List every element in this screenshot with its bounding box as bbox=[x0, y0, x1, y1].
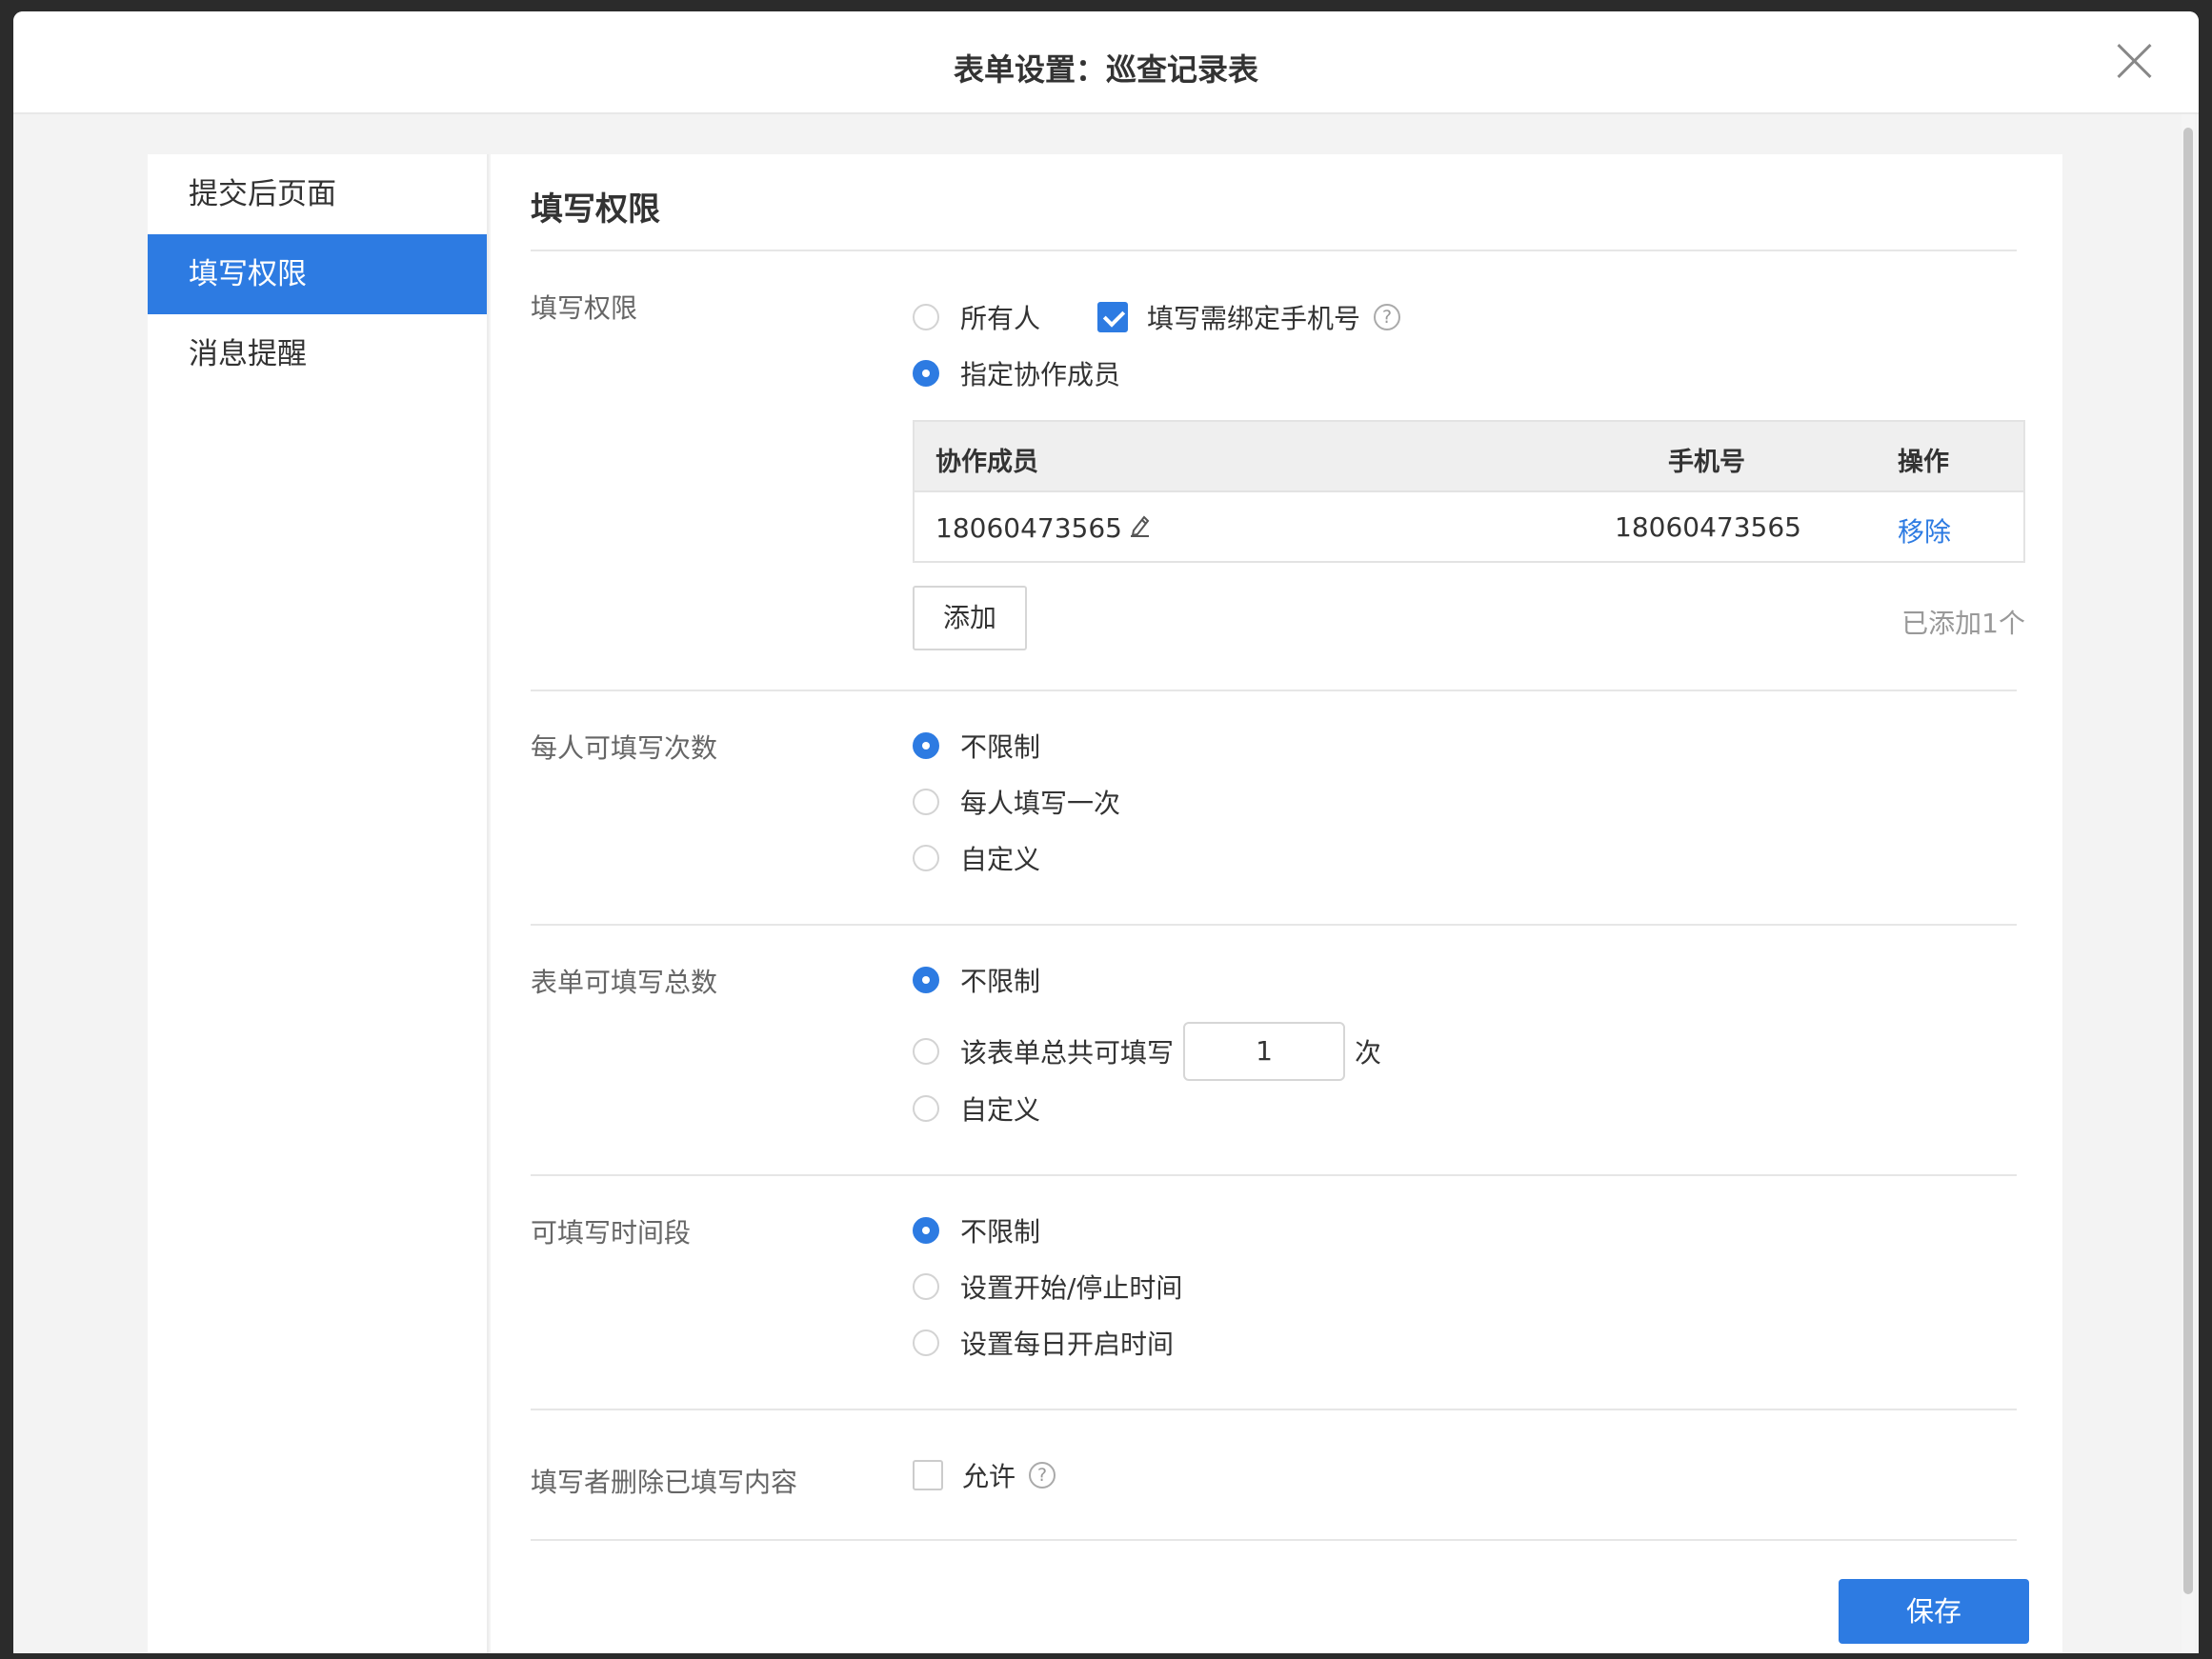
delete-allow[interactable]: 允许 ? bbox=[913, 1456, 1056, 1494]
time-label: 可填写时间段 bbox=[531, 1217, 692, 1249]
radio-time-unlimited[interactable] bbox=[913, 1217, 939, 1244]
radio-per-person-unlimited[interactable] bbox=[913, 732, 939, 759]
total-unlimited-label: 不限制 bbox=[960, 966, 1041, 997]
per-person-once-label: 每人填写一次 bbox=[960, 788, 1121, 819]
allow-delete-checkbox[interactable] bbox=[913, 1460, 943, 1490]
divider bbox=[531, 1539, 2017, 1541]
total-custom[interactable]: 自定义 bbox=[913, 1089, 1040, 1128]
total-limited[interactable]: 该表单总共可填写 1 次 bbox=[913, 1022, 1382, 1081]
sidebar-item-permission[interactable]: 填写权限 bbox=[148, 234, 487, 314]
permission-label: 填写权限 bbox=[531, 292, 638, 324]
time-unlimited[interactable]: 不限制 bbox=[913, 1211, 1040, 1249]
remove-link[interactable]: 移除 bbox=[1898, 511, 1951, 550]
radio-total-custom[interactable] bbox=[913, 1095, 939, 1122]
time-unlimited-label: 不限制 bbox=[960, 1216, 1041, 1248]
settings-modal: 表单设置：巡查记录表 提交后页面 填写权限 消息提醒 填写权限 填写权限 所有人… bbox=[13, 11, 2199, 1653]
bind-phone-label: 填写需绑定手机号 bbox=[1147, 303, 1361, 334]
col-phone: 手机号 bbox=[1668, 448, 1745, 477]
time-start-stop-label: 设置开始/停止时间 bbox=[960, 1272, 1183, 1304]
col-action: 操作 bbox=[1898, 448, 1949, 477]
per-person-unlimited[interactable]: 不限制 bbox=[913, 727, 1040, 765]
sidebar-item-after-submit[interactable]: 提交后页面 bbox=[148, 154, 487, 234]
total-limited-label: 该表单总共可填写 bbox=[960, 1037, 1175, 1069]
divider bbox=[531, 1409, 2017, 1410]
sidebar-item-notification[interactable]: 消息提醒 bbox=[148, 314, 487, 394]
delete-label: 填写者删除已填写内容 bbox=[531, 1467, 798, 1498]
per-person-once[interactable]: 每人填写一次 bbox=[913, 783, 1120, 821]
total-label: 表单可填写总数 bbox=[531, 967, 718, 998]
divider bbox=[531, 1174, 2017, 1176]
per-person-custom[interactable]: 自定义 bbox=[913, 839, 1040, 877]
per-person-label: 每人可填写次数 bbox=[531, 732, 718, 764]
scrollbar-thumb[interactable] bbox=[2183, 128, 2193, 1594]
total-unlimited[interactable]: 不限制 bbox=[913, 961, 1040, 999]
modal-header: 表单设置：巡查记录表 bbox=[13, 11, 2199, 114]
radio-per-person-custom[interactable] bbox=[913, 845, 939, 871]
divider bbox=[531, 250, 2017, 251]
members-table: 协作成员 手机号 操作 18060473565 18060473565 移除 bbox=[913, 420, 2025, 563]
help-icon[interactable]: ? bbox=[1029, 1462, 1056, 1489]
radio-time-start-stop[interactable] bbox=[913, 1273, 939, 1300]
table-header: 协作成员 手机号 操作 bbox=[915, 422, 2023, 492]
close-icon[interactable] bbox=[2115, 42, 2153, 80]
help-icon[interactable]: ? bbox=[1374, 304, 1401, 330]
main-content: 填写权限 填写权限 所有人 填写需绑定手机号 ? 指定协作成员 协作成员 手机号… bbox=[491, 154, 2062, 1653]
option-members[interactable]: 指定协作成员 bbox=[913, 354, 1120, 392]
save-button[interactable]: 保存 bbox=[1839, 1579, 2029, 1644]
radio-members[interactable] bbox=[913, 360, 939, 387]
page-title: 填写权限 bbox=[531, 190, 660, 229]
member-name: 18060473565 bbox=[935, 512, 1122, 544]
allow-delete-label: 允许 bbox=[962, 1461, 1016, 1492]
time-daily[interactable]: 设置每日开启时间 bbox=[913, 1324, 1174, 1362]
time-daily-label: 设置每日开启时间 bbox=[960, 1329, 1175, 1360]
col-member: 协作成员 bbox=[935, 448, 1038, 477]
total-count-input[interactable]: 1 bbox=[1183, 1022, 1346, 1081]
option-members-label: 指定协作成员 bbox=[960, 359, 1121, 390]
option-everyone-label: 所有人 bbox=[960, 303, 1041, 334]
per-person-unlimited-label: 不限制 bbox=[960, 731, 1041, 763]
option-everyone[interactable]: 所有人 填写需绑定手机号 ? bbox=[913, 298, 1401, 336]
bind-phone-checkbox[interactable] bbox=[1097, 302, 1129, 332]
sidebar: 提交后页面 填写权限 消息提醒 bbox=[148, 154, 489, 1653]
member-phone: 18060473565 bbox=[1615, 511, 1801, 543]
added-count: 已添加1个 bbox=[1901, 608, 2025, 639]
modal-title: 表单设置：巡查记录表 bbox=[953, 51, 1258, 88]
radio-per-person-once[interactable] bbox=[913, 789, 939, 815]
total-custom-label: 自定义 bbox=[960, 1094, 1041, 1126]
divider bbox=[531, 924, 2017, 926]
add-button[interactable]: 添加 bbox=[913, 586, 1027, 650]
radio-total-unlimited[interactable] bbox=[913, 967, 939, 993]
edit-icon[interactable] bbox=[1128, 511, 1153, 545]
radio-total-limited[interactable] bbox=[913, 1038, 939, 1065]
radio-everyone[interactable] bbox=[913, 304, 939, 330]
total-count-suffix: 次 bbox=[1355, 1037, 1382, 1069]
radio-time-daily[interactable] bbox=[913, 1329, 939, 1356]
time-start-stop[interactable]: 设置开始/停止时间 bbox=[913, 1268, 1182, 1306]
divider bbox=[531, 690, 2017, 691]
table-row-member: 18060473565 bbox=[935, 511, 1153, 545]
per-person-custom-label: 自定义 bbox=[960, 844, 1041, 875]
scrollbar[interactable] bbox=[2182, 114, 2195, 1653]
